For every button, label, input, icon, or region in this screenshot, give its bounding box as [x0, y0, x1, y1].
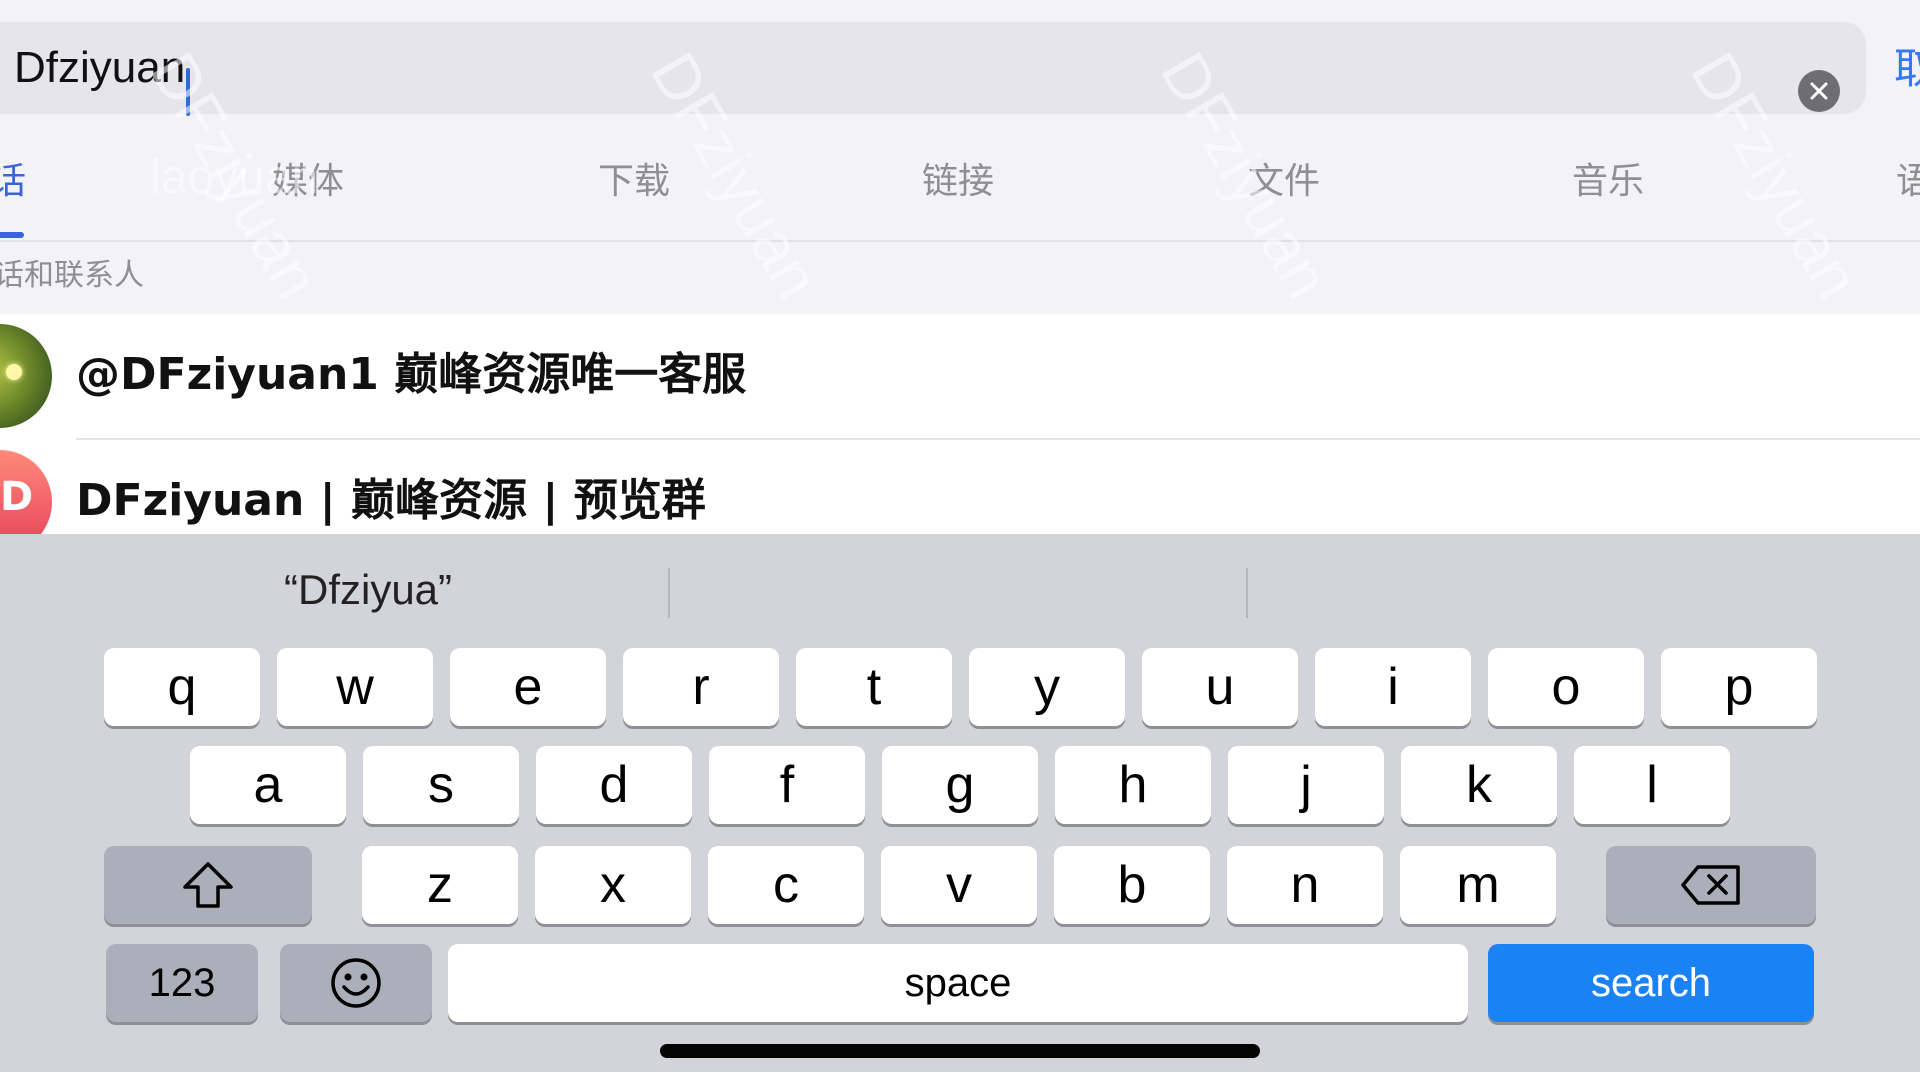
key-k[interactable]: k	[1401, 746, 1557, 824]
backspace-key[interactable]	[1606, 846, 1816, 924]
key-v[interactable]: v	[881, 846, 1037, 924]
tab-files[interactable]: 文件	[1248, 160, 1320, 204]
avatar-initial: D	[0, 474, 34, 520]
key-t[interactable]: t	[796, 648, 952, 726]
key-w[interactable]: w	[277, 648, 433, 726]
tab-chats[interactable]: 话	[0, 160, 26, 204]
emoji-key[interactable]	[280, 944, 432, 1022]
search-filter-tabs: 话 媒体 下载 链接 文件 音乐 语	[0, 140, 1920, 240]
key-l[interactable]: l	[1574, 746, 1730, 824]
key-e[interactable]: e	[450, 648, 606, 726]
key-m[interactable]: m	[1400, 846, 1556, 924]
tab-music[interactable]: 音乐	[1572, 160, 1644, 204]
space-key[interactable]: space	[448, 944, 1468, 1022]
section-header: 话和联系人	[0, 242, 1920, 314]
suggestion-divider	[1246, 568, 1248, 618]
key-j[interactable]: j	[1228, 746, 1384, 824]
tab-media[interactable]: 媒体	[272, 160, 344, 204]
key-h[interactable]: h	[1055, 746, 1211, 824]
key-r[interactable]: r	[623, 648, 779, 726]
key-i[interactable]: i	[1315, 648, 1471, 726]
text-caret	[186, 68, 190, 116]
key-s[interactable]: s	[363, 746, 519, 824]
key-d[interactable]: d	[536, 746, 692, 824]
section-title: 话和联系人	[0, 258, 144, 293]
list-item[interactable]: D DFziyuan | 巅峰资源 | 预览群	[0, 314, 1920, 534]
key-y[interactable]: y	[969, 648, 1125, 726]
key-b[interactable]: b	[1054, 846, 1210, 924]
tab-links[interactable]: 链接	[922, 160, 994, 204]
home-indicator	[660, 1044, 1260, 1058]
emoji-icon	[331, 958, 381, 1008]
tab-downloads[interactable]: 下载	[598, 160, 670, 204]
search-input[interactable]: Dfziyuan	[0, 22, 1866, 116]
key-a[interactable]: a	[190, 746, 346, 824]
active-tab-indicator	[0, 232, 24, 238]
cancel-button[interactable]: 取	[1894, 44, 1920, 94]
key-u[interactable]: u	[1142, 648, 1298, 726]
key-q[interactable]: q	[104, 648, 260, 726]
tab-voice[interactable]: 语	[1896, 160, 1920, 204]
numbers-key[interactable]: 123	[106, 944, 258, 1022]
suggestion-item[interactable]: “Dfziyua”	[284, 564, 452, 616]
suggestion-bar: “Dfziyua”	[0, 534, 1920, 644]
shift-icon	[183, 862, 233, 908]
key-z[interactable]: z	[362, 846, 518, 924]
on-screen-keyboard: “Dfziyua” 123 space search qwertyuiop asd…	[0, 534, 1920, 1072]
key-g[interactable]: g	[882, 746, 1038, 824]
key-n[interactable]: n	[1227, 846, 1383, 924]
search-query: Dfziyuan	[14, 43, 186, 92]
results-list: @DFziyuan1 巅峰资源唯一客服 D DFziyuan | 巅峰资源 | …	[0, 314, 1920, 534]
key-c[interactable]: c	[708, 846, 864, 924]
suggestion-divider	[668, 568, 670, 618]
shift-key[interactable]	[104, 846, 312, 924]
key-o[interactable]: o	[1488, 648, 1644, 726]
key-p[interactable]: p	[1661, 648, 1817, 726]
backspace-icon	[1681, 865, 1740, 905]
channel-name: DFziyuan | 巅峰资源 | 预览群	[76, 475, 706, 526]
key-f[interactable]: f	[709, 746, 865, 824]
search-key[interactable]: search	[1488, 944, 1814, 1022]
clear-icon[interactable]	[1798, 70, 1840, 112]
search-bar: Dfziyuan 取	[0, 0, 1920, 120]
key-x[interactable]: x	[535, 846, 691, 924]
avatar: D	[0, 450, 52, 534]
